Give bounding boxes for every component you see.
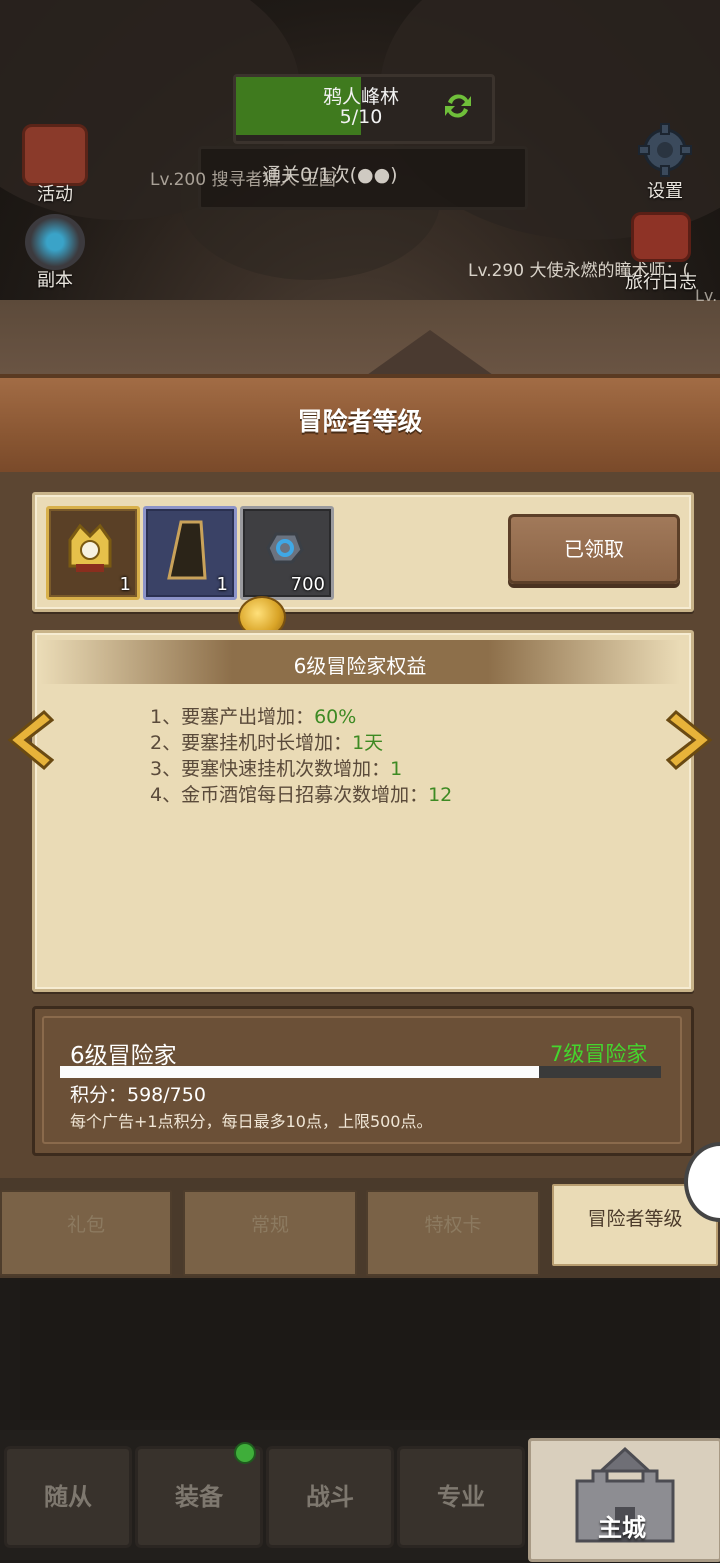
nav-main-city[interactable] — [528, 1438, 720, 1562]
notification-badge — [234, 1442, 256, 1464]
benefit-label: 1、要塞产出增加： — [150, 706, 315, 728]
points-progress-fill — [60, 1066, 539, 1078]
settings-button[interactable]: 设置 — [620, 120, 710, 203]
nav-battle[interactable]: 战斗 — [266, 1446, 394, 1548]
scroll-icon — [22, 124, 88, 186]
benefit-value: 1 — [390, 758, 403, 780]
reward-slot[interactable]: 1 — [46, 506, 140, 600]
travel-log-button[interactable]: 旅行日志 — [616, 212, 706, 294]
tab-regular[interactable]: 常规 — [183, 1190, 357, 1276]
benefit-line: 1、要塞产出增加：60% — [150, 702, 356, 729]
benefit-line: 2、要塞挂机时长增加：1天 — [150, 728, 383, 755]
reward-count: 1 — [216, 574, 228, 595]
gear-icon — [638, 123, 692, 177]
nav-followers[interactable]: 随从 — [4, 1446, 132, 1548]
events-button[interactable]: 活动 — [10, 124, 100, 206]
tab-privilege-card[interactable]: 特权卡 — [366, 1190, 540, 1276]
portal-icon — [25, 214, 85, 270]
benefit-label: 3、要塞快速挂机次数增加： — [150, 758, 391, 780]
events-label: 活动 — [37, 184, 73, 205]
nav-profession[interactable]: 专业 — [397, 1446, 525, 1548]
reward-slot[interactable]: 1 — [143, 506, 237, 600]
benefit-label: 2、要塞挂机时长增加： — [150, 732, 353, 754]
reward-slot[interactable]: 700 — [240, 506, 334, 600]
benefit-label: 4、金币酒馆每日招募次数增加： — [150, 784, 429, 806]
nav-main-city-label: 主城 — [598, 1514, 646, 1542]
benefit-line: 4、金币酒馆每日招募次数增加：12 — [150, 780, 452, 807]
clear-count-text: 通关0/1次(●●) — [262, 164, 398, 186]
benefits-title: 6级冒险家权益 — [293, 654, 427, 678]
book-icon — [631, 212, 691, 262]
dungeon-button[interactable]: 副本 — [10, 214, 100, 292]
current-level: 6级冒险家 — [70, 1043, 177, 1069]
travel-log-label: 旅行日志 — [625, 272, 697, 293]
tent-silhouette — [360, 330, 500, 380]
dungeon-label: 副本 — [37, 270, 73, 291]
reward-count: 1 — [119, 574, 131, 595]
ad-points-note: 每个广告+1点积分，每日最多10点，上限500点。 — [70, 1112, 433, 1131]
points-text: 积分：598/750 — [70, 1084, 206, 1106]
benefits-card — [32, 630, 694, 992]
panel-title: 冒险者等级 — [297, 407, 423, 436]
benefit-value: 60% — [314, 706, 357, 728]
next-level: 7级冒险家 — [550, 1042, 648, 1066]
prev-arrow-icon[interactable] — [4, 708, 54, 772]
claimed-button[interactable]: 已领取 — [508, 514, 680, 584]
benefit-value: 1天 — [352, 732, 384, 754]
benefit-line: 3、要塞快速挂机次数增加：1 — [150, 754, 402, 781]
refresh-icon[interactable] — [440, 88, 476, 124]
reward-count: 700 — [290, 574, 325, 595]
settings-label: 设置 — [647, 181, 683, 202]
next-arrow-icon[interactable] — [666, 708, 716, 772]
tab-gift-pack[interactable]: 礼包 — [0, 1190, 172, 1276]
benefit-value: 12 — [428, 784, 453, 806]
empty-content-area — [20, 1280, 700, 1420]
